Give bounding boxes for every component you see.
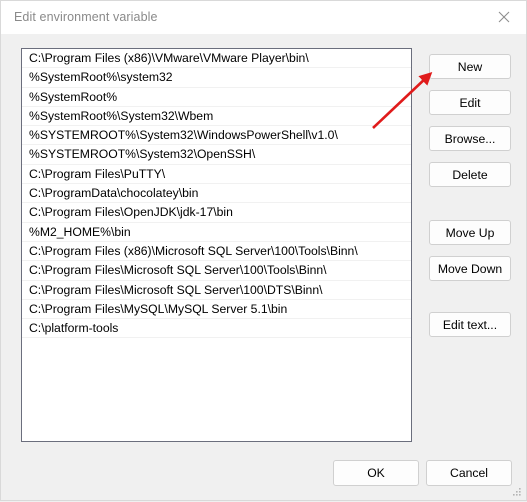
list-item[interactable]: %SYSTEMROOT%\System32\WindowsPowerShell\… xyxy=(22,126,411,146)
browse-button[interactable]: Browse... xyxy=(429,126,511,151)
edit-button[interactable]: Edit xyxy=(429,90,511,115)
new-button[interactable]: New xyxy=(429,54,511,79)
ok-button[interactable]: OK xyxy=(333,460,419,486)
list-item[interactable]: C:\Program Files\OpenJDK\jdk-17\bin xyxy=(22,203,411,223)
list-item[interactable]: C:\Program Files (x86)\VMware\VMware Pla… xyxy=(22,49,411,69)
cancel-button[interactable]: Cancel xyxy=(426,460,512,486)
list-item[interactable]: %SystemRoot%\System32\Wbem xyxy=(22,106,411,127)
list-item[interactable]: %SystemRoot%\system32 xyxy=(22,68,411,88)
list-item[interactable]: C:\Program Files (x86)\Microsoft SQL Ser… xyxy=(22,241,411,262)
move-up-button[interactable]: Move Up xyxy=(429,220,511,245)
close-icon xyxy=(498,11,510,23)
delete-button[interactable]: Delete xyxy=(429,162,511,187)
close-button[interactable] xyxy=(481,1,526,33)
list-item[interactable]: C:\Program Files\Microsoft SQL Server\10… xyxy=(22,280,411,300)
edit-text-button[interactable]: Edit text... xyxy=(429,312,511,337)
list-item[interactable]: %SYSTEMROOT%\System32\OpenSSH\ xyxy=(22,145,411,165)
list-item[interactable]: C:\Program Files\PuTTY\ xyxy=(22,164,411,185)
list-item[interactable]: %M2_HOME%\bin xyxy=(22,222,411,242)
list-item[interactable]: C:\platform-tools xyxy=(22,319,411,339)
list-item[interactable]: C:\Program Files\MySQL\MySQL Server 5.1\… xyxy=(22,299,411,320)
resize-grip[interactable] xyxy=(511,486,523,498)
move-down-button[interactable]: Move Down xyxy=(429,256,511,281)
list-item[interactable]: C:\Program Files\Microsoft SQL Server\10… xyxy=(22,261,411,281)
edit-environment-variable-dialog: Edit environment variable C:\Program Fil… xyxy=(0,0,527,501)
title-bar: Edit environment variable xyxy=(1,1,526,34)
list-item[interactable]: C:\ProgramData\chocolatey\bin xyxy=(22,184,411,204)
path-list[interactable]: C:\Program Files (x86)\VMware\VMware Pla… xyxy=(21,48,412,442)
window-title: Edit environment variable xyxy=(14,10,158,24)
list-item[interactable]: %SystemRoot% xyxy=(22,87,411,107)
